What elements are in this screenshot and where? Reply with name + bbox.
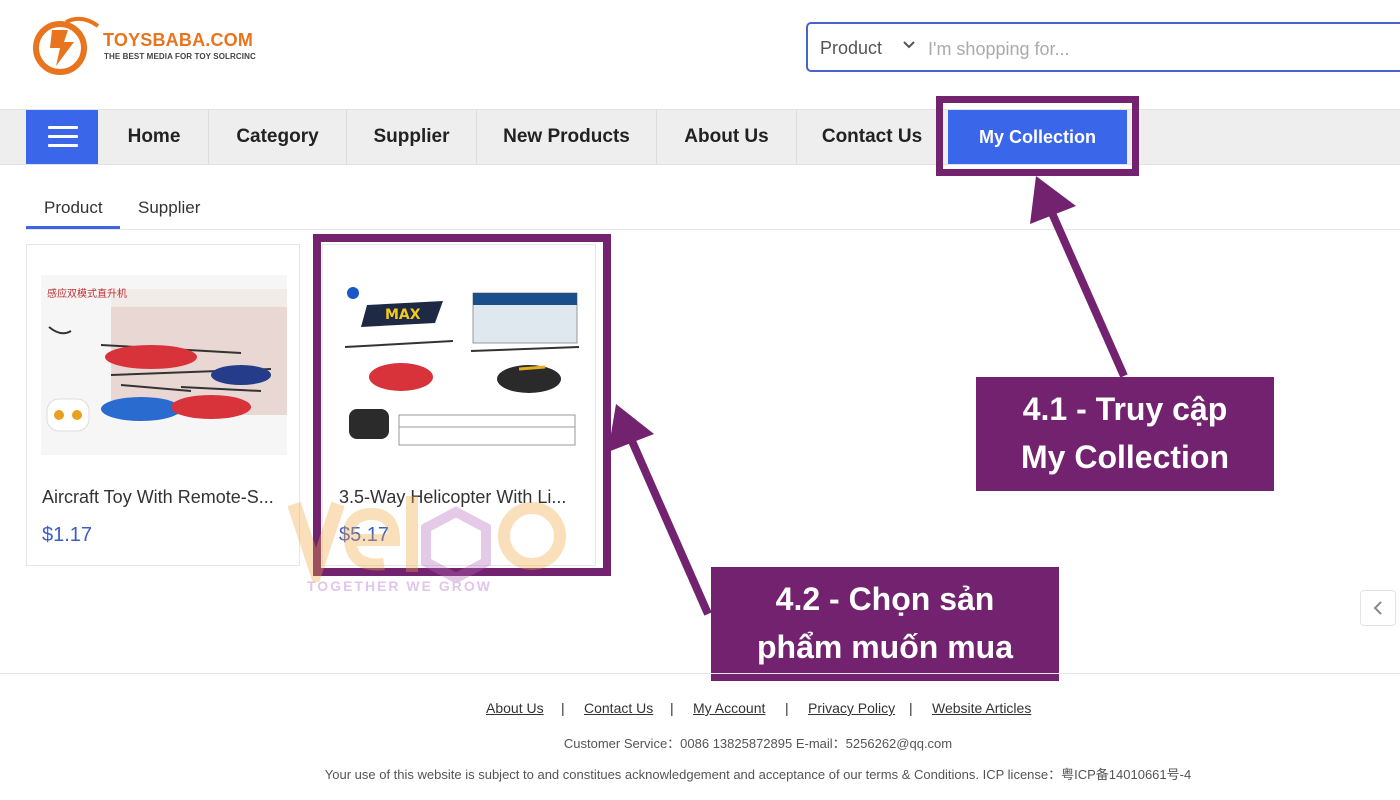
footer-link-contact-us[interactable]: Contact Us [584,700,653,716]
annotation-step-4-1: 4.1 - Truy cập My Collection [976,377,1274,491]
nav-supplier[interactable]: Supplier [347,110,476,164]
scroll-back-button[interactable] [1360,590,1396,626]
footer-link-website-articles[interactable]: Website Articles [932,700,1031,716]
nav-home[interactable]: Home [100,110,208,164]
arrow-head-icon [1030,176,1076,224]
search-input[interactable] [926,32,1380,66]
product-title[interactable]: Aircraft Toy With Remote-S... [42,487,282,508]
footer-separator: | [670,700,674,716]
chevron-down-icon[interactable] [902,38,916,52]
hamburger-icon [48,126,78,129]
footer-terms: Your use of this website is subject to a… [324,767,1192,782]
chevron-left-icon [1373,601,1382,615]
hamburger-icon-bar [48,135,78,138]
brand-name: TOYSBABA.COM [103,30,254,50]
annotation-line: 4.1 - Truy cập [1022,391,1228,427]
arrow-head-icon [608,404,654,452]
tab-divider [26,229,1400,230]
footer-customer-service: Customer Service：0086 13825872895 E-mail… [563,736,953,751]
footer-link-privacy-policy[interactable]: Privacy Policy [808,700,895,716]
watermark-logo [288,496,566,582]
svg-text:感应双模式直升机: 感应双模式直升机 [47,287,127,300]
nav-about-us[interactable]: About Us [657,110,796,164]
watermark-text: TOGETHER WE GROW [307,578,492,594]
footer-separator: | [561,700,565,716]
footer-separator: | [909,700,913,716]
annotation-line: 4.2 - Chọn sản [775,581,995,617]
brand-tagline: THE BEST MEDIA FOR TOY SOLRCINC [104,52,256,61]
logo-emblem-icon [33,16,100,75]
annotation-line: phẩm muốn mua [756,629,1013,665]
annotation-line: My Collection [1020,439,1229,475]
menu-button[interactable] [26,110,98,164]
hamburger-icon-bar [48,144,78,147]
nav-new-products[interactable]: New Products [477,110,656,164]
tab-product[interactable]: Product [44,198,103,218]
product-image: 感应双模式直升机 [41,275,287,455]
nav-category[interactable]: Category [209,110,346,164]
highlight-frame-collection [936,96,1139,176]
tab-supplier[interactable]: Supplier [138,198,200,218]
product-price: $1.17 [42,524,93,546]
footer-link-my-account[interactable]: My Account [693,700,765,716]
product-card[interactable]: 感应双模式直升机 Aircraft Toy With Remote-S... $… [26,244,300,566]
footer-link-about-us[interactable]: About Us [486,700,544,716]
nav-contact-us[interactable]: Contact Us [797,110,947,164]
annotation-step-4-2: 4.2 - Chọn sản phẩm muốn mua [711,567,1059,681]
search-category-select[interactable]: Product [820,38,882,59]
footer-separator: | [785,700,789,716]
footer-divider [0,673,1400,674]
